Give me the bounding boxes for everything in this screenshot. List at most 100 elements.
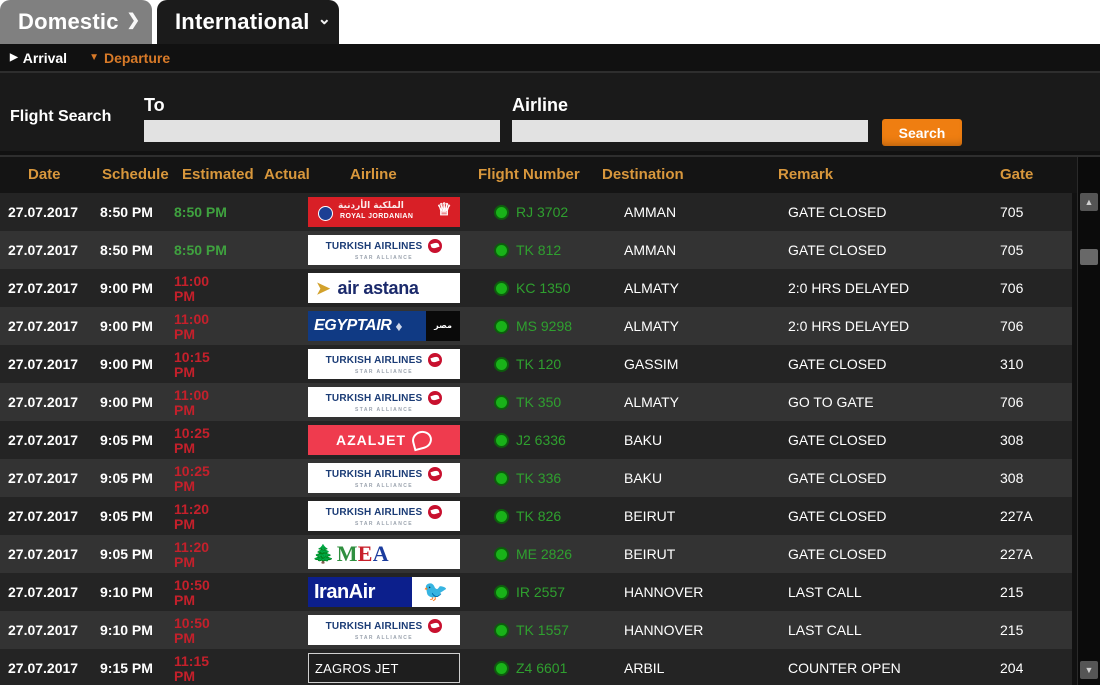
cell-airline-logo: ➤ air astana bbox=[308, 272, 462, 304]
cell-actual bbox=[264, 345, 304, 383]
status-dot-icon bbox=[494, 394, 509, 410]
cell-gate: 706 bbox=[1000, 394, 1024, 410]
mea-logo: 🌲 M E A bbox=[308, 539, 460, 569]
cell-flight-number: TK 120 bbox=[494, 345, 594, 383]
cell-actual bbox=[264, 649, 304, 685]
cell-remark: LAST CALL bbox=[788, 622, 862, 638]
cell-remark: COUNTER OPEN bbox=[788, 660, 901, 676]
flight-number-text: TK 336 bbox=[516, 470, 562, 486]
cell-airline-logo: ZAGROS JET bbox=[308, 652, 462, 684]
column-header-schedule: Schedule bbox=[102, 166, 169, 183]
cell-estimated: 11:15 PM bbox=[174, 653, 210, 684]
table-row[interactable]: 27.07.2017 9:10 PM 10:50 PM IranAir 🐦 IR 2557 H… bbox=[0, 573, 1072, 611]
cell-airline-logo: IranAir 🐦 bbox=[308, 576, 462, 608]
cell-gate: 310 bbox=[1000, 356, 1024, 372]
cell-flight-number: KC 1350 bbox=[494, 269, 594, 307]
cell-destination: ALMATY bbox=[624, 280, 679, 296]
azaljet-mark-icon bbox=[410, 428, 434, 452]
vertical-scrollbar[interactable]: ▲ ▼ bbox=[1077, 157, 1100, 685]
status-dot-icon bbox=[494, 546, 509, 562]
status-dot-icon bbox=[494, 242, 509, 258]
turkish-tulip-icon bbox=[428, 619, 443, 633]
turkish-airlines-name: TURKISH AIRLINES bbox=[325, 392, 423, 404]
cell-remark: GATE CLOSED bbox=[788, 470, 887, 486]
cell-gate: 215 bbox=[1000, 622, 1024, 638]
cell-remark: GATE CLOSED bbox=[788, 356, 887, 372]
cell-schedule: 9:05 PM bbox=[100, 432, 153, 448]
table-row[interactable]: 27.07.2017 9:00 PM 11:00 PM ➤ air astana KC 13… bbox=[0, 269, 1072, 307]
cell-remark: GO TO GATE bbox=[788, 394, 874, 410]
cell-gate: 308 bbox=[1000, 470, 1024, 486]
table-row[interactable]: 27.07.2017 9:00 PM 11:00 PM TURKISH AIRLINES… bbox=[0, 383, 1072, 421]
arrival-departure-nav: ▶ Arrival ▼ Departure bbox=[0, 44, 1100, 72]
scrollbar-thumb[interactable] bbox=[1080, 249, 1098, 265]
table-row[interactable]: 27.07.2017 9:05 PM 10:25 PM TURKISH AIRLINES… bbox=[0, 459, 1072, 497]
cell-actual bbox=[264, 269, 304, 307]
cell-schedule: 9:00 PM bbox=[100, 280, 153, 296]
column-header-actual: Actual bbox=[264, 166, 310, 183]
flight-number-text: TK 350 bbox=[516, 394, 562, 410]
flight-number-text: RJ 3702 bbox=[516, 204, 569, 220]
cell-destination: HANNOVER bbox=[624, 622, 704, 638]
cell-schedule: 8:50 PM bbox=[100, 204, 153, 220]
table-row[interactable]: 27.07.2017 9:15 PM 11:15 PM ZAGROS JET Z4 660… bbox=[0, 649, 1072, 685]
cell-actual bbox=[264, 231, 304, 269]
tab-international[interactable]: International ⌄ bbox=[157, 0, 339, 44]
azaljet-name: AZALJET bbox=[336, 432, 406, 448]
to-input[interactable] bbox=[144, 120, 500, 142]
cell-actual bbox=[264, 459, 304, 497]
cell-estimated: 10:15 PM bbox=[174, 349, 210, 380]
table-row[interactable]: 27.07.2017 8:50 PM 8:50 PM الملكية الأردنية… bbox=[0, 193, 1072, 231]
tab-domestic[interactable]: Domestic ❯ bbox=[0, 0, 152, 44]
table-row[interactable]: 27.07.2017 9:05 PM 10:25 PM AZALJET J2 6336 BA… bbox=[0, 421, 1072, 459]
turkish-airlines-logo: TURKISH AIRLINES STAR ALLIANCE bbox=[308, 235, 460, 265]
status-dot-icon bbox=[494, 622, 509, 638]
table-row[interactable]: 27.07.2017 9:00 PM 11:00 PM EGYPTAIR ♦ مصر MS 9… bbox=[0, 307, 1072, 345]
cell-estimated: 10:50 PM bbox=[174, 577, 210, 608]
cell-flight-number: MS 9298 bbox=[494, 307, 594, 345]
flight-number-text: IR 2557 bbox=[516, 584, 566, 600]
flight-number-text: TK 826 bbox=[516, 508, 562, 524]
star-alliance-label: STAR ALLIANCE bbox=[355, 255, 413, 261]
cell-gate: 706 bbox=[1000, 318, 1024, 334]
royal-jordanian-logo: الملكية الأردنية ROYAL JORDANIAN ♕ bbox=[308, 197, 460, 227]
table-row[interactable]: 27.07.2017 9:00 PM 10:15 PM TURKISH AIRLINES… bbox=[0, 345, 1072, 383]
nav-departure[interactable]: ▼ Departure bbox=[89, 50, 170, 66]
scroll-down-button[interactable]: ▼ bbox=[1080, 661, 1098, 679]
search-button[interactable]: Search bbox=[882, 119, 962, 146]
cell-estimated: 11:20 PM bbox=[174, 539, 210, 570]
status-dot-icon bbox=[494, 432, 509, 448]
tab-bar: Domestic ❯ International ⌄ bbox=[0, 0, 1100, 44]
cell-airline-logo: TURKISH AIRLINES STAR ALLIANCE bbox=[308, 500, 462, 532]
column-header-flight: Flight Number bbox=[478, 166, 580, 183]
cell-flight-number: ME 2826 bbox=[494, 535, 594, 573]
table-row[interactable]: 27.07.2017 8:50 PM 8:50 PM TURKISH AIRLINES… bbox=[0, 231, 1072, 269]
nav-departure-label: Departure bbox=[103, 50, 171, 66]
cell-actual bbox=[264, 421, 304, 459]
cell-remark: GATE CLOSED bbox=[788, 546, 887, 562]
airline-input[interactable] bbox=[512, 120, 868, 142]
column-header-remark: Remark bbox=[778, 166, 834, 183]
cell-gate: 204 bbox=[1000, 660, 1024, 676]
table-row[interactable]: 27.07.2017 9:05 PM 11:20 PM TURKISH AIRLINES… bbox=[0, 497, 1072, 535]
cell-estimated: 10:25 PM bbox=[174, 463, 210, 494]
to-field-label: To bbox=[144, 95, 165, 115]
cell-schedule: 9:05 PM bbox=[100, 546, 153, 562]
scroll-up-button[interactable]: ▲ bbox=[1080, 193, 1098, 211]
cell-actual bbox=[264, 497, 304, 535]
nav-arrival[interactable]: ▶ Arrival bbox=[10, 50, 67, 66]
status-dot-icon bbox=[494, 356, 509, 372]
status-dot-icon bbox=[494, 584, 509, 600]
cell-remark: LAST CALL bbox=[788, 584, 862, 600]
table-row[interactable]: 27.07.2017 9:10 PM 10:50 PM TURKISH AIRLINES… bbox=[0, 611, 1072, 649]
crown-icon: ♕ bbox=[436, 200, 452, 219]
turkish-airlines-logo: TURKISH AIRLINES STAR ALLIANCE bbox=[308, 615, 460, 645]
cell-date: 27.07.2017 bbox=[8, 318, 79, 334]
cell-date: 27.07.2017 bbox=[8, 242, 79, 258]
status-dot-icon bbox=[494, 508, 509, 524]
cell-airline-logo: 🌲 M E A bbox=[308, 538, 462, 570]
cell-date: 27.07.2017 bbox=[8, 280, 79, 296]
azaljet-logo: AZALJET bbox=[308, 425, 460, 455]
cell-remark: GATE CLOSED bbox=[788, 242, 887, 258]
table-row[interactable]: 27.07.2017 9:05 PM 11:20 PM 🌲 M E A ME 2826 BEIRU… bbox=[0, 535, 1072, 573]
